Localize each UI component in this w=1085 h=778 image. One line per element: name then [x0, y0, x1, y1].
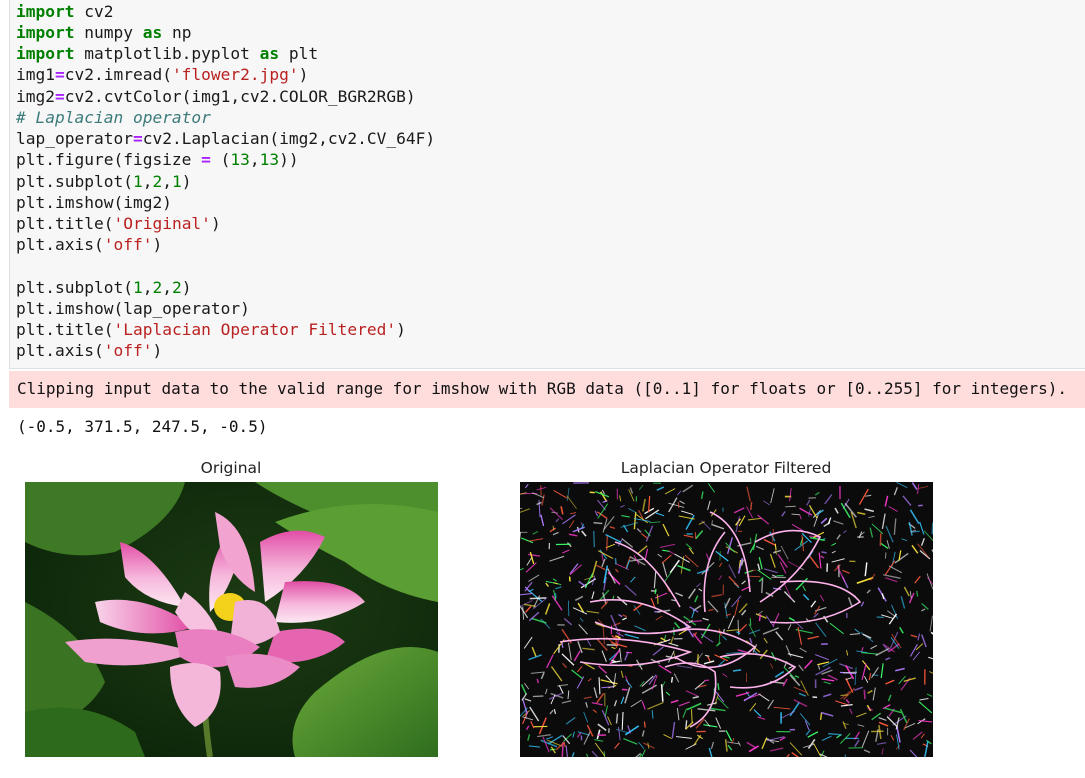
- code-line: lap_operator=cv2.Laplacian(img2,cv2.CV_6…: [16, 129, 436, 148]
- code-line: plt.figure(figsize = (13,13)): [16, 150, 299, 169]
- subplot-title-original: Original: [200, 459, 262, 477]
- code-line: plt.imshow(img2): [16, 193, 172, 212]
- code-line: plt.subplot(1,2,1): [16, 172, 192, 191]
- code-line: # Laplacian operator: [16, 108, 211, 127]
- laplacian-image: [520, 482, 933, 757]
- output-result: (-0.5, 371.5, 247.5, -0.5): [17, 417, 268, 436]
- code-line: img2=cv2.cvtColor(img1,cv2.COLOR_BGR2RGB…: [16, 87, 416, 106]
- code-line: plt.subplot(1,2,2): [16, 278, 192, 297]
- code-cell[interactable]: import cv2 import numpy as np import mat…: [9, 0, 1085, 369]
- original-image: [25, 482, 438, 757]
- subplot-title-laplacian: Laplacian Operator Filtered: [620, 459, 832, 477]
- code-line: import numpy as np: [16, 23, 192, 42]
- code-line: img1=cv2.imread('flower2.jpg'): [16, 65, 309, 84]
- code-line: plt.imshow(lap_operator): [16, 299, 250, 318]
- code-line: plt.title('Original'): [16, 214, 221, 233]
- code-line: plt.title('Laplacian Operator Filtered'): [16, 320, 406, 339]
- code-line: import cv2: [16, 2, 114, 21]
- stderr-warning: Clipping input data to the valid range f…: [9, 371, 1085, 408]
- code-line: plt.axis('off'): [16, 341, 163, 360]
- code-line: import matplotlib.pyplot as plt: [16, 44, 319, 63]
- code-line: plt.axis('off'): [16, 235, 163, 254]
